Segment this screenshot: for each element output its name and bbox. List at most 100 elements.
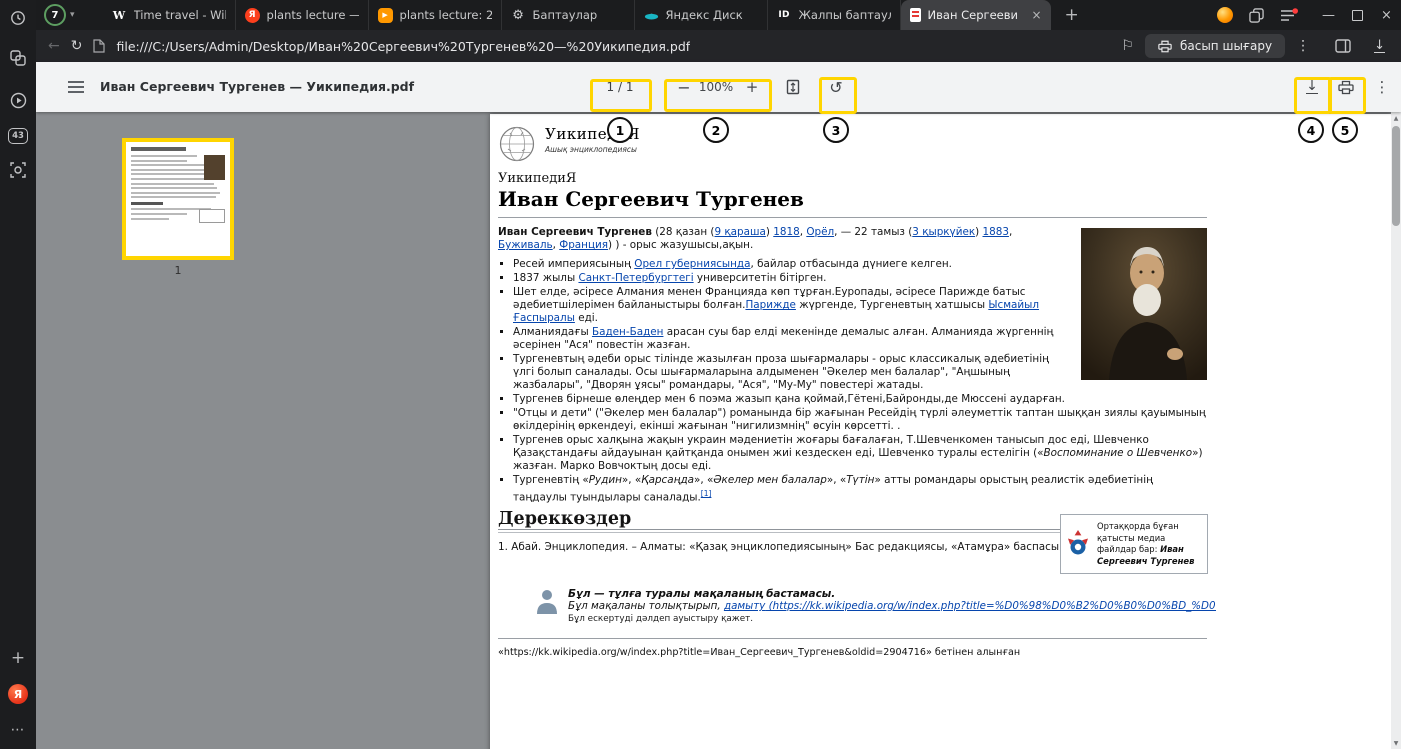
refresh-icon[interactable]: ↻	[71, 38, 83, 54]
close-button[interactable]: ×	[1372, 0, 1401, 30]
zoom-level[interactable]: 100%	[694, 62, 738, 112]
url-text[interactable]: file:///C:/Users/Admin/Desktop/Иван%20Се…	[116, 39, 690, 54]
zoom-out-button[interactable]: −	[672, 62, 696, 112]
tab-label: Яндекс Диск	[666, 8, 758, 22]
wikipedia-wordmark: УикипедиЯ	[545, 125, 640, 143]
gear-icon: ⚙	[511, 8, 526, 23]
bookmark-icon[interactable]: ⚐	[1121, 38, 1134, 54]
yandex-disk-favicon	[644, 8, 659, 23]
video-player-icon[interactable]	[0, 84, 36, 116]
page-indicator[interactable]: 1 / 1	[584, 62, 656, 112]
minimize-button[interactable]: —	[1314, 0, 1343, 30]
tab-label: Иван Сергееви	[928, 8, 1025, 22]
zoom-in-button[interactable]: +	[740, 62, 764, 112]
thumbnail-page-number: 1	[122, 264, 234, 277]
footer-rule	[498, 638, 1207, 639]
yandex-favicon: Я	[245, 8, 260, 23]
retrieved-from-line: «https://kk.wikipedia.org/w/index.php?ti…	[498, 647, 1020, 658]
download-arrow-glyph: ↓	[1374, 38, 1385, 53]
pdf-viewer: 1 УикипедиЯ Ашық энциклопедиясы Уикипеди…	[36, 112, 1401, 749]
yandex-logo-glyph: Я	[8, 684, 28, 704]
tab-plants-lecture-video[interactable]: ▶ plants lecture: 2 ть	[369, 0, 502, 30]
tab-yandex-id[interactable]: ID Жалпы баптаулар	[768, 0, 901, 30]
article-title: Иван Сергеевич Тургенев	[498, 187, 804, 211]
yandex-browser-logo[interactable]: Я	[0, 678, 36, 710]
scrollbar-thumb[interactable]	[1392, 126, 1400, 226]
download-icon[interactable]: ↓	[1300, 62, 1324, 112]
stub-line: Бұл мақаланы толықтырып, дамыту (https:/…	[568, 600, 1216, 612]
window-controls: — ×	[1314, 0, 1401, 30]
tab-count-ring: 7	[44, 4, 66, 26]
wikipedia-header: УикипедиЯ Ашық энциклопедиясы	[498, 125, 640, 163]
new-tab-button[interactable]: +	[1065, 5, 1079, 25]
list-item: Тургенев бірнеше өлеңдер мен 6 поэма жаз…	[513, 393, 1207, 406]
stub-line: Бұл — тұлға туралы мақаланың бастамасы.	[568, 588, 1216, 600]
badge-count: 43	[8, 128, 28, 144]
file-icon	[93, 39, 105, 53]
page-thumbnail[interactable]	[122, 138, 234, 260]
commons-box: Ортаққорда бұған қатысты медиа файлдар б…	[1060, 514, 1208, 574]
scrollbar[interactable]: ▲ ▼	[1391, 112, 1401, 749]
history-icon[interactable]	[0, 2, 36, 34]
chevron-down-icon: ▾	[70, 10, 75, 20]
printer-icon	[1158, 40, 1172, 53]
print-icon[interactable]	[1334, 62, 1358, 112]
pdf-page: УикипедиЯ Ашық энциклопедиясы УикипедиЯ …	[490, 114, 1391, 749]
tab-bar: 7 ▾ W Time travel - Wikip Я plants lectu…	[36, 0, 1401, 30]
site-name: УикипедиЯ	[498, 171, 576, 186]
wikipedia-tagline: Ашық энциклопедиясы	[545, 145, 640, 154]
back-icon[interactable]: ←	[48, 38, 60, 54]
commons-logo-icon	[1066, 529, 1090, 559]
add-panel-icon[interactable]: +	[0, 642, 36, 674]
wikipedia-favicon: W	[112, 8, 127, 23]
thumbnail-preview	[126, 142, 230, 220]
screenshot-icon[interactable]	[0, 154, 36, 186]
rotate-icon[interactable]: ↺	[824, 62, 848, 112]
toolbar-menu-icon[interactable]: ⋮	[1372, 62, 1392, 112]
tab-label: plants lecture — Я	[267, 8, 359, 22]
print-page-button[interactable]: басып шығару	[1145, 34, 1285, 58]
pdf-favicon	[910, 8, 921, 22]
fit-page-icon[interactable]	[781, 62, 805, 112]
tab-groups-icon[interactable]	[0, 42, 36, 74]
tab-label: Time travel - Wikip	[134, 8, 226, 22]
sidebar-more-icon[interactable]: ⋯	[0, 714, 36, 746]
list-item: "Отцы и дети" ("Әкелер мен балалар") ром…	[513, 407, 1207, 433]
downloads-icon[interactable]: ↓	[1374, 40, 1385, 53]
person-stub-icon	[536, 588, 558, 614]
stub-notice: Бұл — тұлға туралы мақаланың бастамасы. …	[536, 588, 1216, 624]
maximize-button[interactable]	[1343, 0, 1372, 30]
download-arrow-glyph: ↓	[1306, 80, 1318, 94]
tab-counter[interactable]: 7 ▾	[44, 4, 75, 26]
browser-window: 43 + Я ⋯ 7 ▾ W Time travel - Wikip Я pla…	[0, 0, 1401, 749]
scroll-up-icon[interactable]: ▲	[1391, 112, 1401, 124]
browser-sidebar: 43 + Я ⋯	[0, 0, 36, 749]
addressbar-menu-icon[interactable]: ⋮	[1296, 38, 1310, 54]
extension-badge[interactable]: 43	[0, 120, 36, 152]
notifications-icon[interactable]	[1280, 8, 1298, 22]
heading-rule	[498, 217, 1207, 218]
tab-label: Баптаулар	[533, 8, 625, 22]
tab-settings[interactable]: ⚙ Баптаулар	[502, 0, 635, 30]
document-title: Иван Сергеевич Тургенев — Уикипедия.pdf	[100, 62, 414, 112]
list-item: Тургеневтің «Рудин», «Қарсаңда», «Әкелер…	[513, 474, 1207, 504]
tab-label: Жалпы баптаулар	[799, 8, 891, 22]
tab-count: 7	[52, 10, 59, 21]
tab-time-travel[interactable]: W Time travel - Wikip	[103, 0, 236, 30]
list-item: Тургенев орыс халқына жақын украин мәден…	[513, 434, 1207, 473]
scroll-down-icon[interactable]: ▼	[1391, 737, 1401, 749]
tab-close-icon[interactable]: ×	[1031, 8, 1041, 22]
titlebar-actions	[1217, 7, 1298, 23]
tab-plants-lecture-yandex[interactable]: Я plants lecture — Я	[236, 0, 369, 30]
maximize-icon	[1352, 10, 1363, 21]
tab-yandex-disk[interactable]: Яндекс Диск	[635, 0, 768, 30]
wikipedia-globe-logo	[498, 125, 536, 163]
panels-icon[interactable]	[1249, 8, 1264, 23]
tab-turgenev-pdf[interactable]: Иван Сергееви ×	[901, 0, 1051, 30]
browser-main: 7 ▾ W Time travel - Wikip Я plants lectu…	[36, 0, 1401, 749]
side-panel-icon[interactable]	[1335, 39, 1351, 53]
article-body: Иван Сергеевич Тургенев (28 қазан (9 қар…	[498, 226, 1207, 554]
tab-label: plants lecture: 2 ть	[400, 8, 492, 22]
menu-icon[interactable]	[68, 86, 84, 88]
profile-avatar[interactable]	[1217, 7, 1233, 23]
